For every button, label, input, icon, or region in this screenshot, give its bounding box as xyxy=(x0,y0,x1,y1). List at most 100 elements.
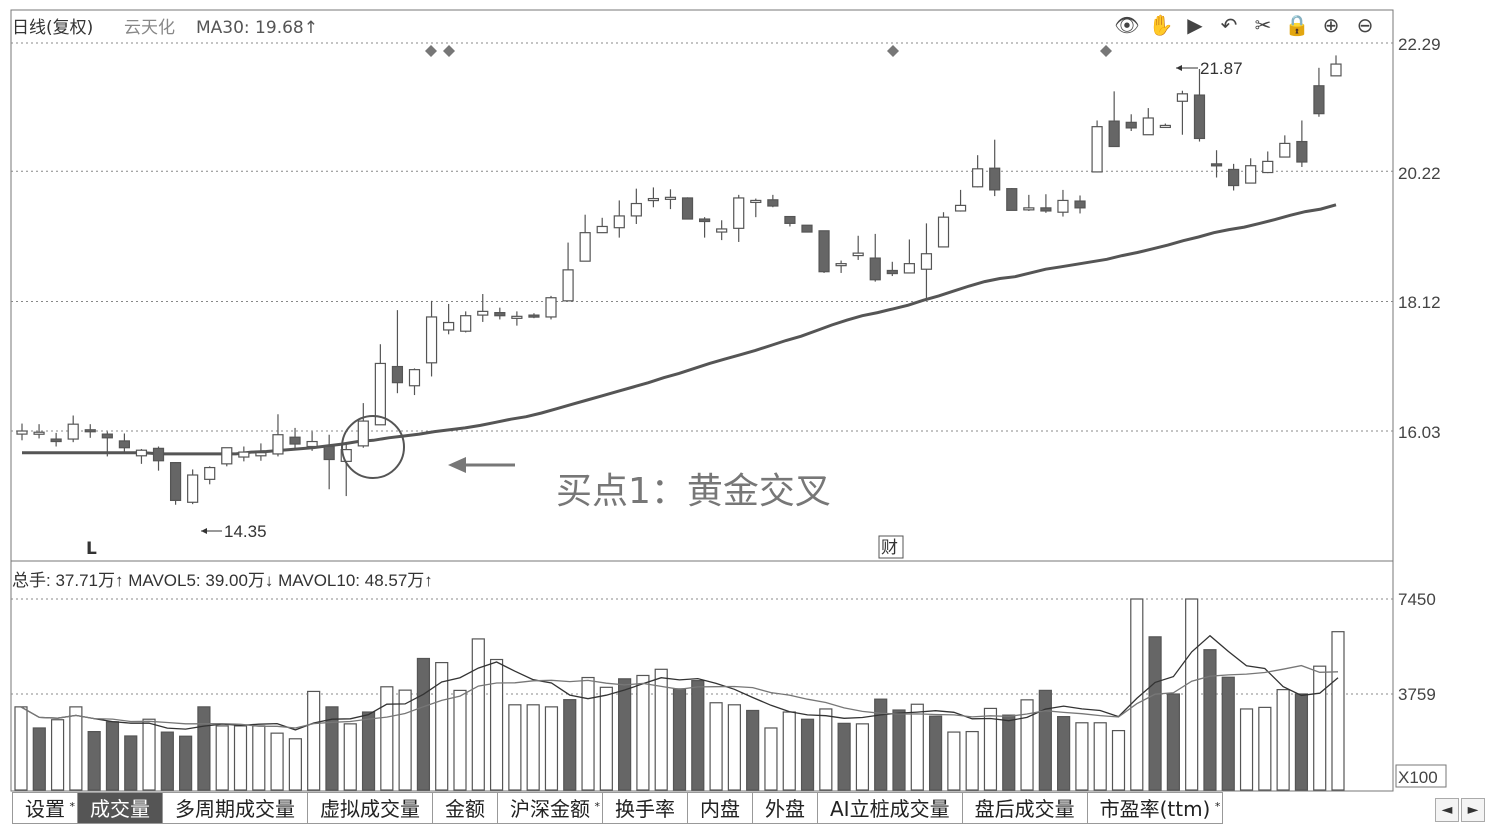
volume-bar xyxy=(819,708,833,791)
volume-bar xyxy=(489,658,504,791)
tab-8[interactable]: 外盘 xyxy=(753,792,818,824)
volume-bar xyxy=(307,690,321,791)
volume-bar xyxy=(32,727,46,791)
price-tick-1: 22.29 xyxy=(1398,35,1441,54)
volume-bar xyxy=(1002,714,1016,791)
low-price-label: 14.35 xyxy=(224,522,267,541)
volume-bar xyxy=(746,709,760,791)
volume-bar xyxy=(892,709,906,791)
tab-label: 虚拟成交量 xyxy=(320,797,420,821)
tab-7[interactable]: 内盘 xyxy=(688,792,753,824)
tab-4[interactable]: 金额 xyxy=(433,792,498,824)
volume-bar xyxy=(965,730,979,791)
tab-1[interactable]: 成交量 xyxy=(78,792,163,824)
price-tick-3: 18.12 xyxy=(1398,293,1441,312)
volume-bar xyxy=(1093,722,1107,791)
volume-bar xyxy=(361,711,376,791)
price-tick-2: 20.22 xyxy=(1398,164,1441,183)
tab-9[interactable]: AI立桩成交量 xyxy=(818,792,963,824)
scissors-icon[interactable]: ✂ xyxy=(1250,12,1276,38)
tab-label: 多周期成交量 xyxy=(175,797,295,821)
tab-10[interactable]: 盘后成交量 xyxy=(962,792,1088,824)
volume-bar xyxy=(69,706,83,791)
volume-bar xyxy=(1148,636,1162,791)
play-icon[interactable]: ▶ xyxy=(1182,12,1208,38)
volume-bar xyxy=(1294,693,1309,791)
undo-icon[interactable]: ↶ xyxy=(1216,12,1242,38)
marker-cai[interactable]: 财 xyxy=(881,538,898,558)
volume-bar xyxy=(928,715,943,791)
candle xyxy=(1006,188,1018,211)
volume-bar xyxy=(87,731,101,791)
lock-icon[interactable]: 🔒 xyxy=(1284,12,1310,38)
volume-bar xyxy=(14,706,28,791)
volume-bar xyxy=(709,702,723,791)
scroll-left-button[interactable]: ◄ xyxy=(1435,798,1459,822)
price-tick-4: 16.03 xyxy=(1398,423,1441,442)
volume-bar xyxy=(233,725,248,791)
stock-name: 云天化 xyxy=(124,18,175,38)
tab-2[interactable]: 多周期成交量 xyxy=(163,792,308,824)
zoom-out-icon[interactable]: ⊖ xyxy=(1352,12,1378,38)
volume-bar xyxy=(197,706,211,791)
volume-bar xyxy=(636,674,650,791)
tab-6[interactable]: 换手率 xyxy=(603,792,688,824)
candle xyxy=(545,295,557,320)
candle xyxy=(801,224,813,233)
volume-bar xyxy=(672,688,687,791)
tab-label: 市盈率(ttm) xyxy=(1099,797,1211,821)
scroll-right-button[interactable]: ► xyxy=(1461,798,1485,822)
volume-bar xyxy=(160,731,174,791)
zoom-in-icon[interactable]: ⊕ xyxy=(1318,12,1344,38)
volume-bar xyxy=(1258,706,1272,791)
tab-label: 盘后成交量 xyxy=(974,797,1075,821)
candle xyxy=(681,197,694,220)
volume-bar xyxy=(800,718,815,791)
volume-bar xyxy=(270,732,284,791)
volume-bar xyxy=(471,638,485,791)
volume-bar xyxy=(380,686,394,791)
volume-tick-1: 7450 xyxy=(1398,590,1436,609)
stock-chart[interactable]: 日线(复权) 云天化 MA30: 19.68↑ 22.29 20.22 18.1… xyxy=(0,0,1489,831)
tab-5[interactable]: 沪深金额 * xyxy=(498,792,603,824)
hand-icon[interactable]: ✋ xyxy=(1148,12,1174,38)
indicator-tabs: 设置 * 成交量 多周期成交量 虚拟成交量 金额 沪深金额 * 换手率 内盘 外盘 AI立桩成交量 盘后… xyxy=(12,792,1224,826)
volume-bar xyxy=(983,707,998,791)
volume-bar xyxy=(581,676,595,791)
tab-label: 内盘 xyxy=(700,797,740,821)
volume-bar xyxy=(288,738,302,791)
candle xyxy=(937,212,950,248)
volume-bar xyxy=(1203,649,1217,791)
volume-bar xyxy=(142,718,156,791)
candle xyxy=(221,447,233,467)
volume-bar xyxy=(544,706,559,791)
high-price-label: 21.87 xyxy=(1200,59,1243,78)
tab-star: * xyxy=(594,800,601,813)
volume-bar xyxy=(563,699,577,791)
volume-bar xyxy=(179,735,193,791)
eye-icon[interactable]: 👁 xyxy=(1114,12,1140,38)
volume-bar xyxy=(1313,665,1327,791)
volume-bar xyxy=(910,703,924,791)
volume-bar xyxy=(215,725,229,791)
volume-bar xyxy=(416,657,431,791)
buy-point-label: 买点1：黄金交叉 xyxy=(556,471,831,512)
tab-star: * xyxy=(69,800,76,813)
volume-bar xyxy=(526,704,540,791)
volume-bar xyxy=(343,723,357,791)
volume-bar xyxy=(508,704,522,791)
volume-bar xyxy=(727,704,741,791)
volume-bar xyxy=(1075,722,1089,791)
volume-header: 总手: 37.71万↑ MAVOL5: 39.00万↓ MAVOL10: 48.… xyxy=(12,571,433,590)
tab-3[interactable]: 虚拟成交量 xyxy=(308,792,433,824)
candle xyxy=(187,469,199,505)
chart-title: 日线(复权) xyxy=(12,18,93,38)
tab-11[interactable]: 市盈率(ttm) * xyxy=(1087,792,1224,824)
tab-0[interactable]: 设置 * xyxy=(12,792,78,824)
volume-bar xyxy=(1276,689,1290,791)
volume-bar xyxy=(855,723,870,791)
volume-bar xyxy=(50,719,65,791)
tab-label: 金额 xyxy=(445,797,485,821)
volume-unit: X100 xyxy=(1398,768,1438,787)
ma30-label: MA30: 19.68↑ xyxy=(196,18,318,38)
